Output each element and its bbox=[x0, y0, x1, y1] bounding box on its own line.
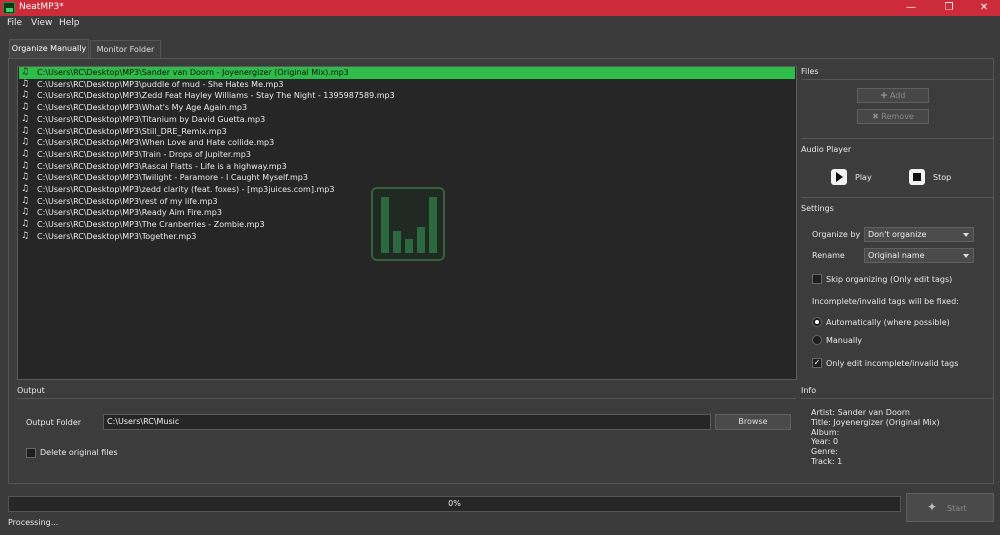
maximize-button[interactable]: ❐ bbox=[931, 0, 967, 16]
music-note-icon: ♫ bbox=[21, 184, 30, 194]
menu-help[interactable]: Help bbox=[59, 18, 80, 28]
music-note-icon: ♫ bbox=[21, 160, 30, 171]
list-item[interactable]: ♫ C:\Users\RC\Desktop\MP3\When Love and H… bbox=[19, 137, 795, 149]
info-artist: Artist: Sander van Doorn bbox=[811, 408, 910, 417]
music-note-icon: ♫ bbox=[21, 67, 30, 77]
list-item[interactable]: ♫ C:\Users\RC\Desktop\MP3\Still_DRE_Remix… bbox=[19, 126, 795, 138]
app-logo-icon bbox=[3, 2, 15, 14]
play-button[interactable]: Play bbox=[855, 173, 872, 182]
skip-organizing-label: Skip organizing (Only edit tags) bbox=[826, 275, 953, 284]
music-note-icon: ♫ bbox=[21, 78, 30, 89]
progress-text: 0% bbox=[448, 499, 461, 508]
music-note-icon: ♫ bbox=[21, 102, 30, 113]
chevron-down-icon bbox=[963, 254, 969, 258]
output-folder-label: Output Folder bbox=[26, 418, 82, 427]
divider bbox=[801, 138, 993, 139]
list-item[interactable]: ♫ C:\Users\RC\Desktop\MP3\Train - Drops o… bbox=[19, 149, 795, 161]
music-note-icon: ♫ bbox=[21, 113, 30, 124]
music-note-icon: ♫ bbox=[21, 90, 30, 101]
menu-view[interactable]: View bbox=[31, 18, 52, 28]
only-edit-checkbox[interactable]: ✓ bbox=[812, 358, 822, 368]
music-note-icon: ♫ bbox=[21, 219, 30, 230]
close-icon: ✖ bbox=[872, 112, 882, 121]
delete-original-checkbox[interactable] bbox=[26, 448, 36, 458]
music-note-icon: ♫ bbox=[21, 137, 30, 148]
skip-organizing-checkbox[interactable] bbox=[812, 274, 822, 284]
close-button[interactable]: ✕ bbox=[966, 0, 1000, 16]
stop-icon[interactable] bbox=[909, 169, 925, 185]
rename-select[interactable]: Original name bbox=[864, 248, 974, 263]
list-item[interactable]: ♫ C:\Users\RC\Desktop\MP3\Rascal Flatts -… bbox=[19, 161, 795, 173]
info-section-title: Info bbox=[801, 386, 817, 395]
divider bbox=[17, 398, 796, 399]
settings-section-title: Settings bbox=[801, 204, 834, 213]
organize-by-label: Organize by bbox=[812, 230, 861, 239]
title-bar: NeatMP3* — ❐ ✕ bbox=[0, 0, 1000, 16]
add-button[interactable]: ✚ Add bbox=[857, 88, 929, 103]
music-note-icon: ♫ bbox=[21, 172, 30, 183]
divider bbox=[801, 197, 993, 198]
chevron-down-icon bbox=[963, 233, 969, 237]
fix-tags-label: Incomplete/invalid tags will be fixed: bbox=[812, 297, 959, 306]
manual-fix-radio[interactable] bbox=[812, 335, 822, 345]
auto-fix-radio[interactable] bbox=[812, 317, 822, 327]
remove-button[interactable]: ✖ Remove bbox=[857, 109, 929, 124]
music-note-icon: ♫ bbox=[21, 207, 30, 218]
rename-label: Rename bbox=[812, 251, 845, 260]
app-watermark-logo bbox=[371, 187, 445, 261]
list-item[interactable]: ♫ C:\Users\RC\Desktop\MP3\Zedd Feat Hayle… bbox=[19, 90, 795, 102]
only-edit-label: Only edit incomplete/invalid tags bbox=[826, 359, 959, 368]
info-title: Title: Joyenergizer (Original Mix) bbox=[811, 418, 940, 427]
menu-bar: File View Help bbox=[0, 16, 1000, 32]
magic-wand-icon: ✦ bbox=[927, 500, 938, 514]
start-button[interactable]: ✦ Start bbox=[906, 493, 994, 522]
browse-button[interactable]: Browse bbox=[715, 414, 791, 430]
info-year: Year: 0 bbox=[811, 437, 839, 446]
tab-organize-manually[interactable]: Organize Manually bbox=[9, 39, 89, 58]
auto-fix-label: Automatically (where possible) bbox=[826, 318, 950, 327]
play-icon[interactable] bbox=[831, 169, 847, 185]
list-item[interactable]: ♫ C:\Users\RC\Desktop\MP3\Titanium by Dav… bbox=[19, 114, 795, 126]
music-note-icon: ♫ bbox=[21, 230, 30, 241]
status-text: Processing... bbox=[8, 518, 59, 527]
minimize-button[interactable]: — bbox=[893, 0, 929, 16]
list-item[interactable]: ♫ C:\Users\RC\Desktop\MP3\Twilight - Para… bbox=[19, 172, 795, 184]
files-section-title: Files bbox=[801, 67, 819, 76]
divider bbox=[801, 398, 993, 399]
info-genre: Genre: bbox=[811, 447, 838, 456]
music-note-icon: ♫ bbox=[21, 125, 30, 136]
output-section-title: Output bbox=[17, 386, 45, 395]
list-item[interactable]: ♫ C:\Users\RC\Desktop\MP3\puddle of mud -… bbox=[19, 79, 795, 91]
progress-bar: 0% bbox=[8, 496, 901, 512]
delete-original-label: Delete original files bbox=[40, 448, 118, 457]
audio-player-section-title: Audio Player bbox=[801, 145, 852, 154]
plus-icon: ✚ bbox=[880, 91, 890, 100]
stop-button[interactable]: Stop bbox=[933, 173, 951, 182]
list-item[interactable]: ♫ C:\Users\RC\Desktop\MP3\What's My Age A… bbox=[19, 102, 795, 114]
music-note-icon: ♫ bbox=[21, 148, 30, 159]
info-album: Album: bbox=[811, 428, 840, 437]
window-title: NeatMP3* bbox=[19, 2, 64, 12]
divider bbox=[801, 79, 993, 80]
organize-by-select[interactable]: Don't organize bbox=[864, 227, 974, 242]
music-note-icon: ♫ bbox=[21, 195, 30, 206]
info-track: Track: 1 bbox=[811, 457, 843, 466]
menu-file[interactable]: File bbox=[7, 18, 22, 28]
list-item[interactable]: ♫ C:\Users\RC\Desktop\MP3\Sander van Door… bbox=[19, 67, 795, 79]
output-folder-input[interactable]: C:\Users\RC\Music bbox=[103, 414, 711, 430]
manual-fix-label: Manually bbox=[826, 336, 863, 345]
tab-monitor-folder[interactable]: Monitor Folder bbox=[90, 40, 161, 58]
